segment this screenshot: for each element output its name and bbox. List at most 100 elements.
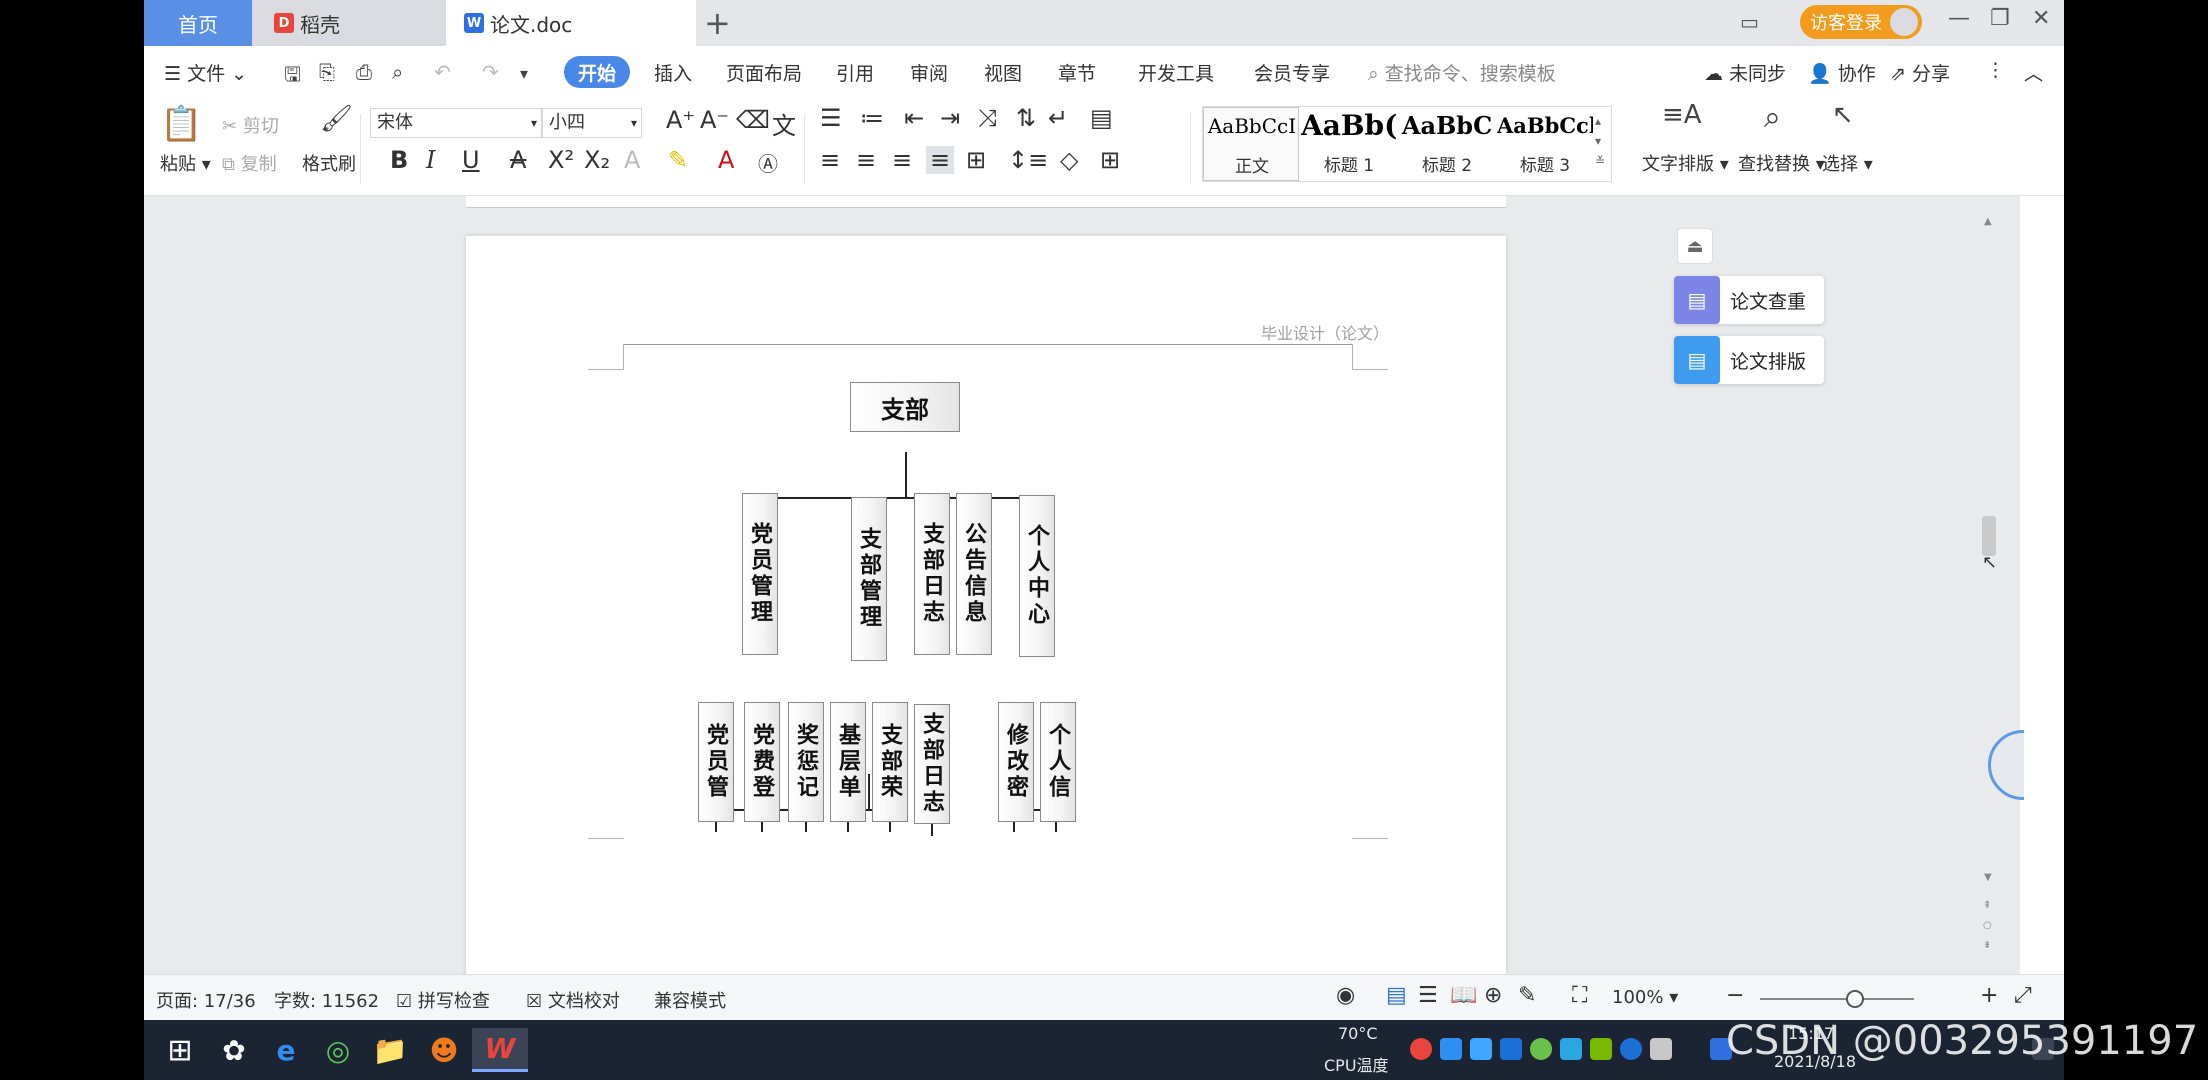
text-layout-button[interactable]: 文字排版 ▾ [1642,150,1729,176]
reading-view-icon[interactable]: 📖 [1450,983,1477,1008]
tray-app-icon[interactable] [1560,1038,1582,1060]
write-view-icon[interactable]: ✎ [1518,983,1536,1008]
chinese-layout-icon[interactable]: ⤨ [978,104,997,132]
sort-icon[interactable]: ⇅ [1016,104,1036,132]
justify-icon[interactable]: ≡ [926,146,955,174]
font-size-select[interactable]: 小四 ▾ [542,108,642,138]
collapse-ribbon-icon[interactable]: ︿ [2024,59,2043,86]
menu-view[interactable]: 视图 [984,59,1022,86]
page-nav-icon[interactable]: ⇞ ○ ⇟ [1983,896,1992,956]
undo-icon[interactable]: ↶ [434,60,451,84]
tray-app-icon[interactable] [1470,1038,1492,1060]
subscript-icon[interactable]: X₂ [584,146,610,174]
text-effect-icon[interactable]: A [624,146,640,174]
battery-icon[interactable] [1650,1038,1672,1060]
font-name-select[interactable]: 宋体 ▾ [370,108,542,138]
minimize-button[interactable]: — [1948,6,1970,31]
sync-status[interactable]: ☁ 未同步 [1704,59,1786,86]
select-button[interactable]: 选择 ▾ [1822,150,1873,176]
new-tab-button[interactable]: + [704,4,731,42]
shield-icon[interactable] [1500,1038,1522,1060]
zoom-slider-knob[interactable] [1846,990,1864,1008]
tray-app-icon[interactable] [1440,1038,1462,1060]
menu-developer[interactable]: 开发工具 [1138,59,1214,86]
outline-view-icon[interactable]: ☰ [1418,983,1438,1008]
scroll-up-icon[interactable]: ▲ [1984,216,1992,227]
vertical-scrollbar[interactable]: ▲ ▼ ⇞ ○ ⇟ [1982,196,1996,974]
nvidia-icon[interactable] [1590,1038,1612,1060]
search-icon[interactable]: ⌕ [1764,100,1781,135]
menu-review[interactable]: 审阅 [910,59,948,86]
app-mascot-icon[interactable]: ☻ [422,1028,466,1072]
quick-access-more-icon[interactable]: ▾ [520,64,528,83]
spell-check-button[interactable]: ☑ 拼写检查 [396,987,490,1013]
windows-start-icon[interactable]: ⊞ [158,1028,202,1072]
format-painter-icon[interactable]: 🖌 [320,104,353,134]
shrink-font-icon[interactable]: A⁻ [700,106,729,134]
tray-app-icon[interactable] [1410,1038,1432,1060]
save-icon[interactable]: 🖫 [284,60,301,94]
paste-icon[interactable]: 📋 [160,104,202,144]
menu-member[interactable]: 会员专享 [1254,59,1330,86]
menu-chapter[interactable]: 章节 [1058,59,1096,86]
menu-page-layout[interactable]: 页面布局 [726,59,802,86]
char-border-icon[interactable]: Ⓐ [758,148,778,177]
tab-home[interactable]: 首页 [144,0,252,46]
underline-icon[interactable]: U [462,146,480,174]
document-canvas[interactable]: 毕业设计（论文） 支部 党员管理 支部管理 支部日志 公告信息 个人中心 党员管… [144,196,2024,974]
styles-scroll-icon[interactable]: ▴ ▾ ≚ [1595,111,1605,171]
shading-icon[interactable]: ◇ [1060,146,1078,174]
doc-proof-button[interactable]: ☒ 文档校对 [526,987,620,1013]
share-button[interactable]: ⇗ 分享 [1890,59,1950,86]
grow-font-icon[interactable]: A⁺ [666,106,695,134]
word-count[interactable]: 字数: 11562 [274,987,379,1013]
clear-format-icon[interactable]: ⌫ [736,106,770,134]
page-indicator[interactable]: 页面: 17/36 [156,987,256,1013]
font-color-icon[interactable]: A [718,146,734,174]
paper-layout-button[interactable]: ▤ 论文排版 [1674,336,1824,384]
numbered-list-icon[interactable]: ≔ [860,104,884,132]
format-painter-button[interactable]: 格式刷 [302,150,356,176]
more-options-icon[interactable]: ⋮ [1986,59,2005,81]
align-center-icon[interactable]: ≡ [856,146,876,174]
scrollbar-thumb[interactable] [1982,516,1996,556]
page-view-icon[interactable]: ▤ [1386,983,1407,1008]
increase-indent-icon[interactable]: ⇥ [940,104,960,132]
show-marks-icon[interactable]: ↵ [1048,104,1068,132]
app-launcher-icon[interactable]: ✿ [212,1028,256,1072]
tab-daoke[interactable]: D 稻壳 [252,0,446,46]
zoom-in-icon[interactable]: + [1980,983,1998,1008]
zoom-out-icon[interactable]: − [1726,983,1744,1008]
tray-app-icon[interactable] [1530,1038,1552,1060]
wps-taskbar-button[interactable]: W [472,1028,528,1072]
highlight-icon[interactable]: ✎ [668,146,688,174]
close-button[interactable]: ✕ [2032,6,2050,31]
tab-document[interactable]: W 论文.doc [446,0,696,46]
collapse-panel-button[interactable]: ⏏ [1677,228,1713,264]
superscript-icon[interactable]: X² [548,146,574,174]
strikethrough-icon[interactable]: A [510,146,526,174]
print-preview-icon[interactable]: ⌕ [392,60,403,84]
style-heading-2[interactable]: AaBbC 标题 2 [1399,107,1495,181]
print-icon[interactable]: ⎙ [356,60,372,84]
guest-login-button[interactable]: 访客登录 [1800,5,1922,39]
decrease-indent-icon[interactable]: ⇤ [904,104,924,132]
borders-icon[interactable]: ⊞ [1100,146,1120,174]
green-browser-icon[interactable]: ◎ [316,1028,360,1072]
window-layout-icon[interactable]: ▭ [1740,10,1759,34]
style-normal[interactable]: AaBbCcI 正文 [1203,107,1299,181]
copy-button[interactable]: ⧉ 复制 [222,150,277,176]
find-replace-button[interactable]: 查找替换 ▾ [1738,150,1825,176]
zoom-level-select[interactable]: 100% ▾ [1612,987,1678,1008]
align-right-icon[interactable]: ≡ [892,146,912,174]
scroll-down-icon[interactable]: ▼ [1984,872,1992,883]
line-spacing-icon[interactable]: ↕≡ [1008,146,1048,174]
eye-protection-icon[interactable]: ◉ [1336,983,1355,1008]
distribute-icon[interactable]: ⊞ [966,146,986,174]
bluetooth-icon[interactable] [1620,1038,1642,1060]
paper-check-button[interactable]: ▤ 论文查重 [1674,276,1824,324]
cut-button[interactable]: ✂ 剪切 [222,112,279,138]
web-view-icon[interactable]: ⊕ [1484,983,1502,1008]
style-heading-1[interactable]: AaBb( 标题 1 [1301,107,1397,181]
redo-icon[interactable]: ↷ [482,60,499,84]
